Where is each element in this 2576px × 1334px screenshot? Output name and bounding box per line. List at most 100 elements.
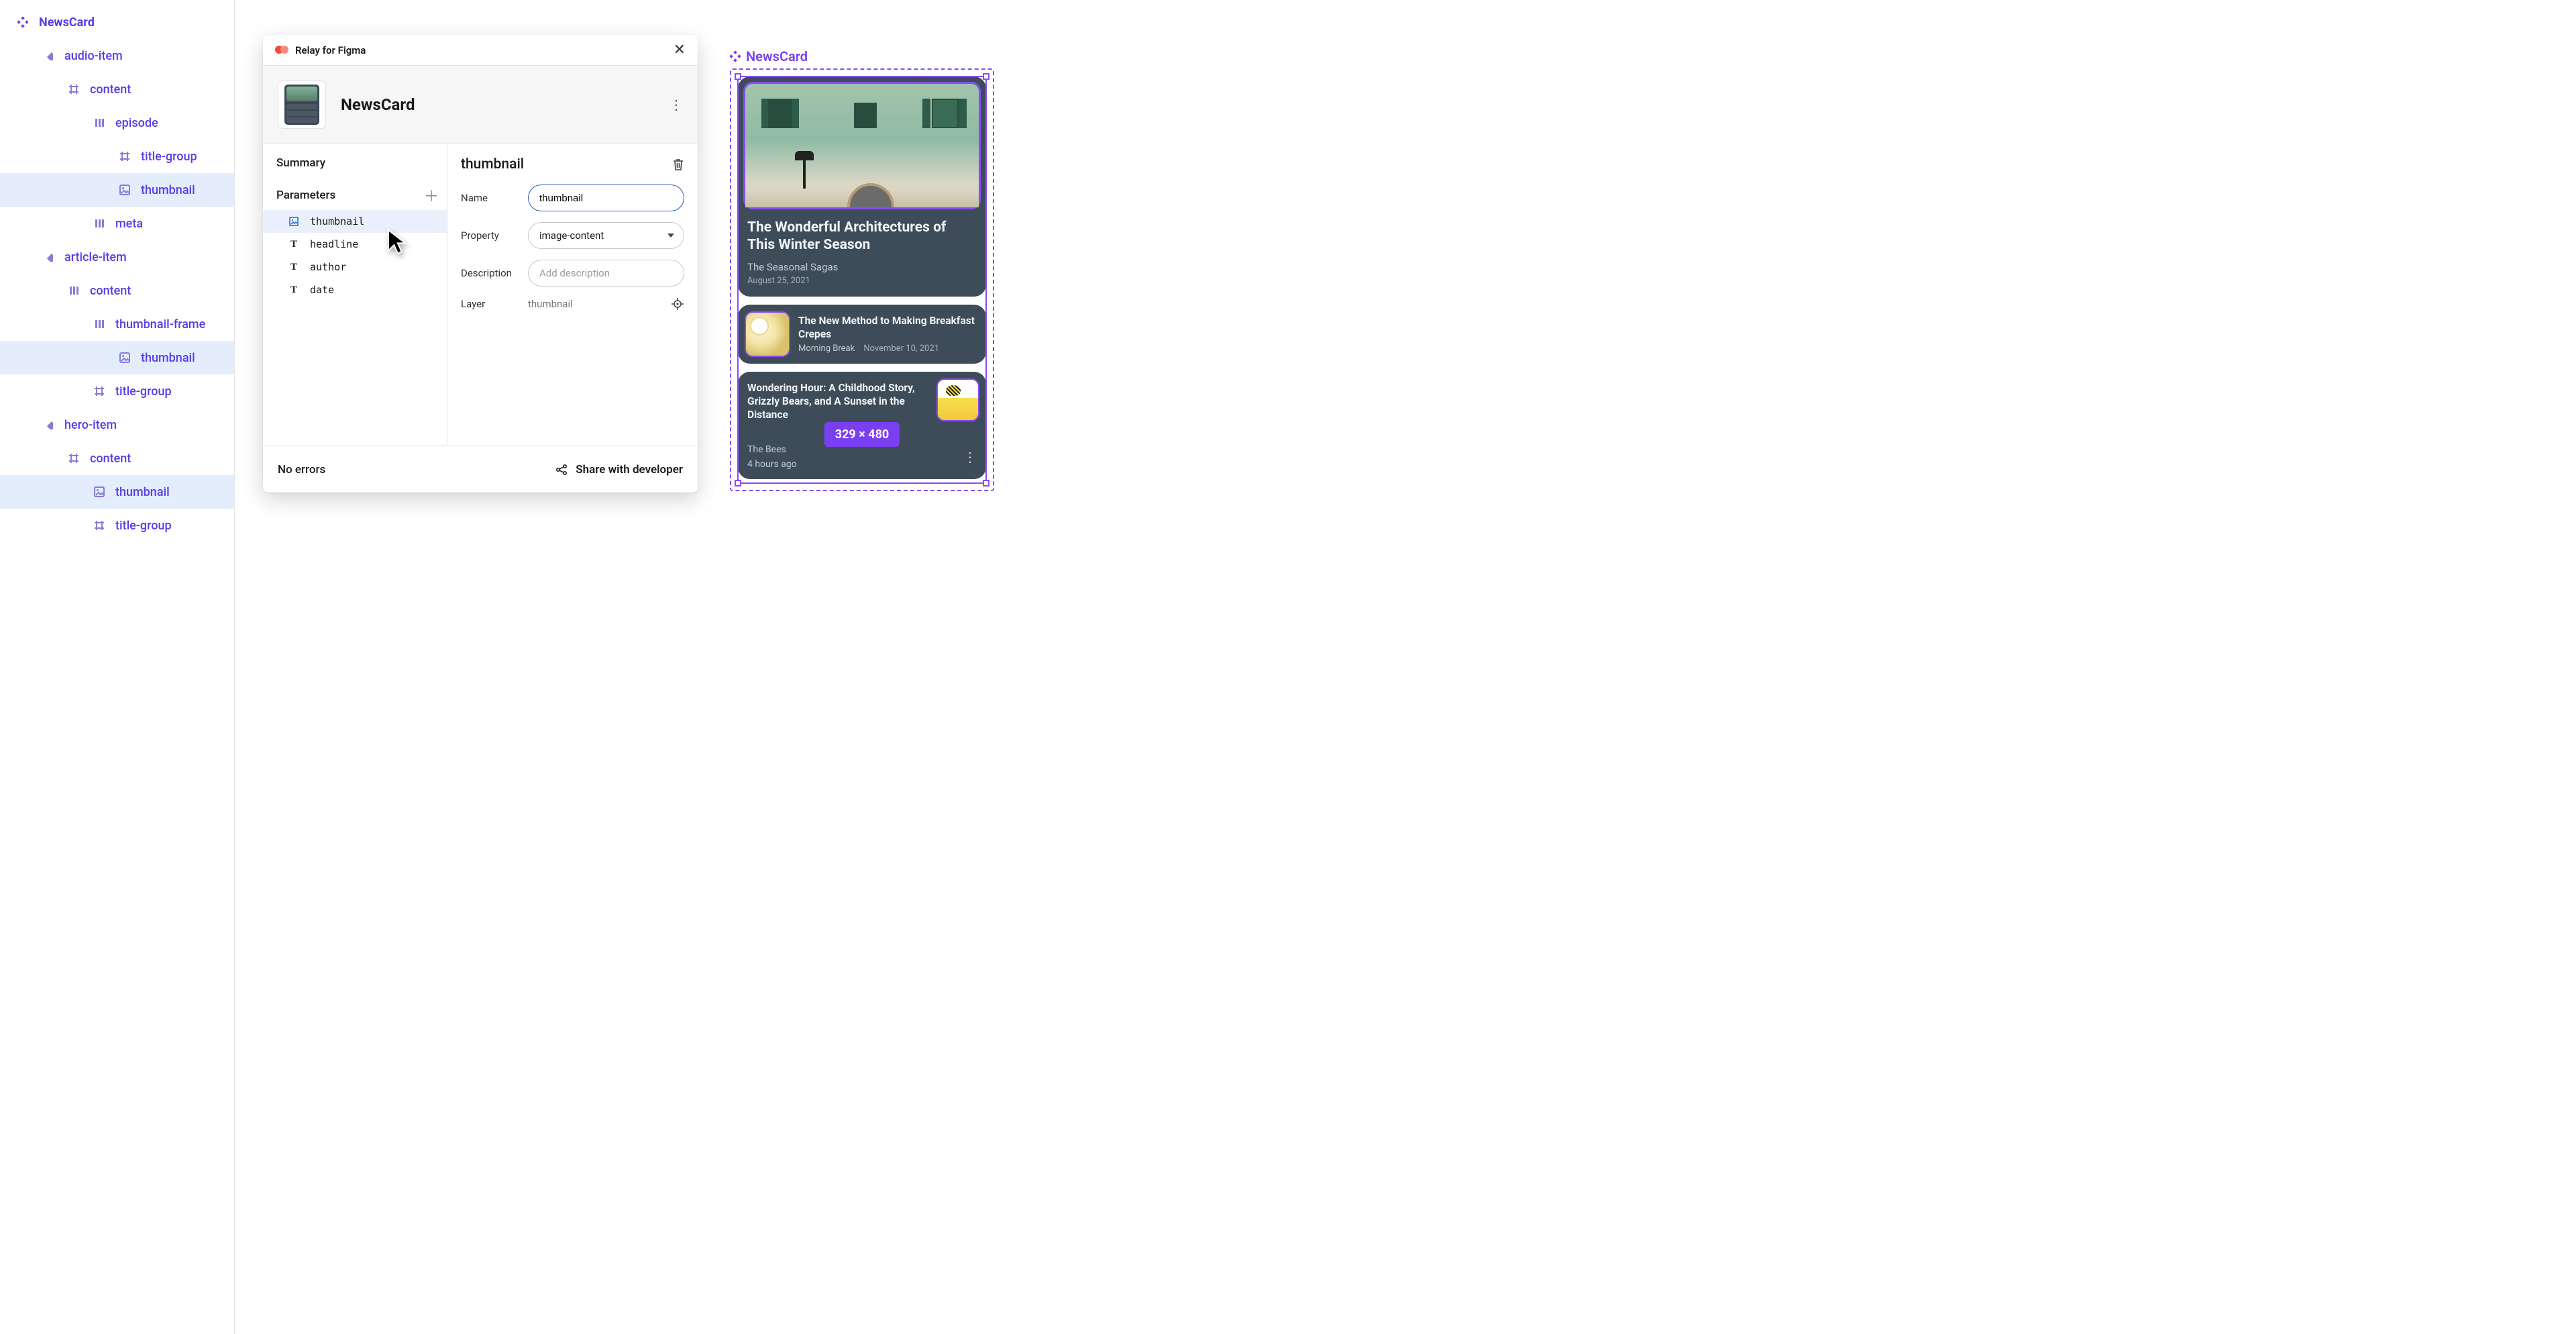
outline-item-audio-item[interactable]: audio-item xyxy=(0,39,234,72)
audio-source: The Bees xyxy=(747,444,797,455)
outline-item-title-group[interactable]: title-group xyxy=(0,140,234,173)
relay-footer: No errors Share with developer xyxy=(263,446,698,493)
outline-item-content[interactable]: content xyxy=(0,442,234,475)
hero-card[interactable]: The Wonderful Architectures of This Wint… xyxy=(738,76,986,297)
layer-value: thumbnail xyxy=(528,298,671,310)
outline-item-label: meta xyxy=(115,217,143,231)
outline-item-article-item[interactable]: article-item xyxy=(0,240,234,274)
autolayout-icon xyxy=(93,217,106,230)
autolayout-icon xyxy=(67,284,80,297)
outline-item-label: thumbnail xyxy=(141,183,195,197)
layer-outline: NewsCard audio-item content episode title-g… xyxy=(0,0,235,1334)
outline-item-label: title-group xyxy=(141,150,197,164)
autolayout-icon xyxy=(93,116,106,130)
component-icon xyxy=(730,51,741,62)
text-icon: T xyxy=(288,285,299,295)
add-parameter-icon[interactable]: ＋ xyxy=(424,185,439,206)
outline-item-label: thumbnail xyxy=(115,485,170,499)
relay-panel: Relay for Figma ✕ NewsCard ⋮ Summary Par… xyxy=(263,35,698,493)
frame-icon xyxy=(93,384,106,398)
article-thumbnail[interactable] xyxy=(746,313,789,356)
relay-left-pane: Summary Parameters ＋ thumbnailTheadlineT… xyxy=(263,144,447,446)
target-icon[interactable] xyxy=(671,297,684,311)
outline-item-hero-item[interactable]: hero-item xyxy=(0,408,234,442)
outline-item-thumbnail[interactable]: thumbnail xyxy=(0,341,234,374)
image-icon xyxy=(288,216,299,227)
param-thumbnail[interactable]: thumbnail xyxy=(263,210,447,233)
description-input[interactable]: Add description xyxy=(528,260,684,287)
outline-item-label: title-group xyxy=(115,519,172,533)
property-value: image-content xyxy=(539,229,604,242)
outline-item-label: episode xyxy=(115,116,158,130)
hero-thumbnail[interactable] xyxy=(743,82,981,209)
image-icon xyxy=(118,183,131,197)
frame-icon xyxy=(67,452,80,465)
frame-icon xyxy=(118,150,131,163)
name-input[interactable] xyxy=(528,185,684,211)
canvas-component-label[interactable]: NewsCard xyxy=(730,48,994,64)
param-date[interactable]: Tdate xyxy=(263,278,447,301)
property-select[interactable]: image-content xyxy=(528,222,684,249)
param-headline[interactable]: Theadline xyxy=(263,233,447,256)
description-label: Description xyxy=(461,267,528,279)
detail-title: thumbnail xyxy=(461,156,524,172)
canvas-preview: NewsCard The Won xyxy=(730,48,994,491)
audio-thumbnail[interactable] xyxy=(938,380,978,420)
text-icon: T xyxy=(288,239,299,250)
component-icon xyxy=(16,15,30,29)
card-more-icon[interactable]: ⋮ xyxy=(963,449,977,465)
outline-item-label: title-group xyxy=(115,384,172,399)
layer-label: Layer xyxy=(461,298,528,310)
component-bounds[interactable]: The Wonderful Architectures of This Wint… xyxy=(730,68,994,491)
outline-item-thumbnail[interactable]: thumbnail xyxy=(0,173,234,207)
share-label: Share with developer xyxy=(576,463,683,476)
outline-item-thumbnail[interactable]: thumbnail xyxy=(0,475,234,509)
component-thumb xyxy=(278,81,326,129)
frame-icon xyxy=(93,519,106,532)
share-button[interactable]: Share with developer xyxy=(555,463,683,476)
more-icon[interactable]: ⋮ xyxy=(669,97,683,113)
component-name: NewsCard xyxy=(341,95,415,114)
param-name: headline xyxy=(310,238,358,250)
instance-icon xyxy=(42,250,55,264)
outline-item-label: thumbnail-frame xyxy=(115,317,205,331)
close-icon[interactable]: ✕ xyxy=(674,43,686,58)
image-icon xyxy=(93,485,106,499)
article-date: November 10, 2021 xyxy=(863,344,939,354)
instance-icon xyxy=(42,418,55,431)
outline-item-content[interactable]: content xyxy=(0,72,234,106)
relay-detail-pane: thumbnail Name Property image-content De… xyxy=(447,144,698,446)
outline-root[interactable]: NewsCard xyxy=(0,5,234,39)
name-label: Name xyxy=(461,192,528,204)
article-source: Morning Break xyxy=(798,344,855,354)
trash-icon[interactable] xyxy=(672,158,684,171)
outline-root-label: NewsCard xyxy=(39,15,95,30)
outline-item-episode[interactable]: episode xyxy=(0,106,234,140)
instance-icon xyxy=(42,49,55,62)
hero-date: August 25, 2021 xyxy=(747,276,977,286)
hero-headline: The Wonderful Architectures of This Wint… xyxy=(747,219,977,254)
image-icon xyxy=(118,351,131,364)
text-icon: T xyxy=(288,262,299,272)
param-name: date xyxy=(310,284,334,296)
outline-item-label: hero-item xyxy=(64,418,117,432)
relay-plugin-name: Relay for Figma xyxy=(295,44,366,56)
outline-item-content[interactable]: content xyxy=(0,274,234,307)
article-card[interactable]: The New Method to Making Breakfast Crepe… xyxy=(738,305,986,364)
description-placeholder: Add description xyxy=(539,267,610,279)
param-name: thumbnail xyxy=(310,215,364,227)
param-author[interactable]: Tauthor xyxy=(263,256,447,278)
param-name: author xyxy=(310,261,346,273)
summary-tab[interactable]: Summary xyxy=(263,156,447,170)
outline-item-label: audio-item xyxy=(64,49,123,63)
outline-item-title-group[interactable]: title-group xyxy=(0,509,234,542)
relay-logo-icon xyxy=(275,46,288,55)
outline-item-meta[interactable]: meta xyxy=(0,207,234,240)
relay-component-header: NewsCard ⋮ xyxy=(263,66,698,144)
outline-item-label: article-item xyxy=(64,250,127,264)
relay-header: Relay for Figma ✕ xyxy=(263,35,698,66)
hero-source: The Seasonal Sagas xyxy=(747,261,977,273)
outline-item-thumbnail-frame[interactable]: thumbnail-frame xyxy=(0,307,234,341)
parameters-heading: Parameters xyxy=(276,189,335,202)
outline-item-title-group[interactable]: title-group xyxy=(0,374,234,408)
